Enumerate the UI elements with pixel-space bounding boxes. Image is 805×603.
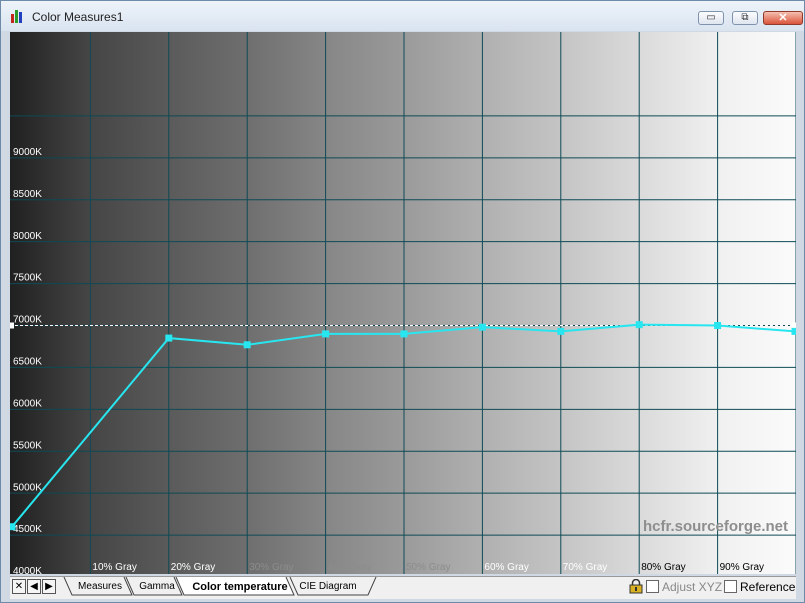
y-tick-label: 6000K [13, 398, 42, 409]
y-tick-label: 4000K [13, 566, 42, 574]
data-point [714, 322, 722, 329]
color-temperature-chart[interactable]: 3500K4000K4500K5000K5500K6000K6500K7000K… [10, 32, 796, 574]
x-tick-label: 70% Gray [563, 562, 607, 573]
x-tick-label: 40% Gray [328, 562, 372, 573]
title-bar[interactable]: Color Measures1 ▭ ⧉ ✕ [1, 1, 804, 31]
prev-tab-button[interactable]: ◀ [27, 579, 41, 594]
data-point [635, 321, 643, 329]
data-point [243, 341, 251, 349]
tab-bar: ✕ ◀ ▶ Measures Gamma Color temperature C… [10, 576, 796, 599]
x-tick-label: 60% Gray [484, 562, 528, 573]
y-tick-label: 5000K [13, 482, 42, 493]
x-tick-label: 80% Gray [641, 562, 685, 573]
chart-bars-icon [11, 10, 25, 23]
data-point [557, 327, 565, 335]
minimize-button[interactable]: ▭ [698, 11, 724, 25]
y-tick-label: 4500K [13, 524, 42, 535]
x-tick-label: 30% Gray [249, 562, 293, 573]
y-tick-label: 7000K [13, 315, 42, 326]
data-point [10, 523, 16, 531]
lock-icon[interactable] [629, 579, 643, 594]
data-point [322, 330, 330, 338]
y-tick-label: 9000K [13, 147, 42, 158]
reference-option[interactable]: Reference [724, 579, 795, 595]
tab-color-temperature[interactable]: Color temperature [184, 578, 296, 596]
reference-marker-right [792, 322, 796, 329]
minimize-icon: ▭ [706, 12, 716, 23]
close-tab-button[interactable]: ✕ [12, 579, 26, 594]
adjust-xyz-label: Adjust XYZ [662, 580, 723, 594]
next-tab-button[interactable]: ▶ [42, 579, 56, 594]
y-tick-label: 8500K [13, 189, 42, 200]
app-window: Color Measures1 ▭ ⧉ ✕ 3500K4000K4500K500… [0, 0, 805, 603]
restore-button[interactable]: ⧉ [732, 11, 758, 25]
tab-measures[interactable]: Measures [74, 578, 126, 596]
y-tick-label: 6500K [13, 357, 42, 368]
y-tick-label: 5500K [13, 440, 42, 451]
data-point [165, 334, 173, 342]
window-title: Color Measures1 [32, 10, 124, 24]
tab-gamma[interactable]: Gamma [134, 578, 180, 596]
x-tick-label: 90% Gray [720, 562, 764, 573]
restore-icon: ⧉ [741, 12, 749, 23]
watermark-text: hcfr.sourceforge.net [643, 518, 788, 535]
y-tick-label: 7500K [13, 273, 42, 284]
x-tick-label: 20% Gray [171, 562, 215, 573]
close-button[interactable]: ✕ [763, 11, 803, 25]
adjust-xyz-checkbox[interactable] [646, 580, 659, 593]
x-tick-label: 50% Gray [406, 562, 450, 573]
x-tick-label: 10% Gray [92, 562, 136, 573]
tab-cie-diagram[interactable]: CIE Diagram [298, 578, 358, 596]
data-point [400, 330, 408, 338]
y-tick-label: 8000K [13, 231, 42, 242]
close-icon: ✕ [778, 12, 788, 24]
reference-label: Reference [740, 580, 796, 594]
data-point [791, 327, 796, 335]
chart-svg: 3500K4000K4500K5000K5500K6000K6500K7000K… [10, 32, 796, 574]
data-point [478, 323, 486, 331]
adjust-xyz-option[interactable]: Adjust XYZ [646, 579, 722, 595]
reference-marker-left [10, 322, 14, 329]
reference-checkbox[interactable] [724, 580, 737, 593]
